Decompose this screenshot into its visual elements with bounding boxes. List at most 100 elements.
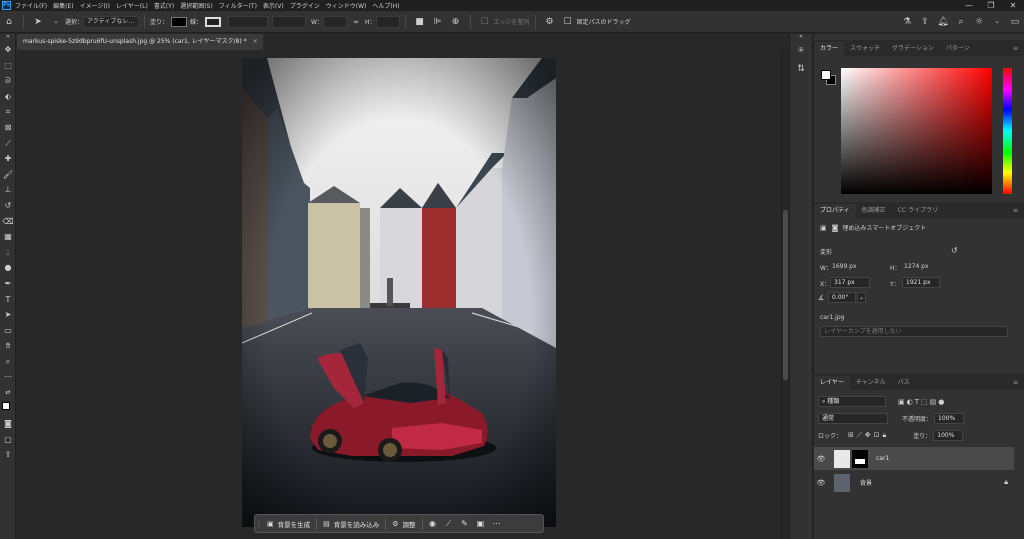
menu-edit[interactable]: 編集(E) <box>53 1 73 10</box>
canvas-area[interactable]: ⋮ ▣ 背景を生成 ▤ 背景を読み込み ⚙ 調整 ◉ ⟋ ✎ ▣ ⋯ <box>17 50 781 539</box>
tab-properties[interactable]: プロパティ <box>814 204 856 218</box>
fill-swatch[interactable] <box>171 16 188 27</box>
menu-help[interactable]: ヘルプ(H) <box>372 1 399 10</box>
bell-icon[interactable]: 🔔︎ <box>937 16 949 28</box>
path-alignment-icon[interactable]: ⊫ <box>432 16 444 28</box>
lock-icons[interactable]: ⊞⟋✥⊡🔒︎ <box>848 431 889 440</box>
lasso-tool-icon[interactable]: ᘐ <box>0 73 16 89</box>
height-value[interactable]: 1274 px <box>904 263 929 270</box>
type-tool-icon[interactable]: T <box>0 292 16 308</box>
menu-select[interactable]: 選択範囲(S) <box>180 1 213 10</box>
fill-icon[interactable]: ◉ <box>425 516 441 531</box>
layer-comp-dropdown[interactable]: レイヤーカンプを適用しない <box>820 326 1008 337</box>
close-icon[interactable]: ✕ <box>1002 1 1024 10</box>
more-tools-icon[interactable]: ⋯ <box>0 369 16 385</box>
vertical-scrollbar[interactable] <box>781 50 788 539</box>
foreground-color[interactable] <box>2 401 10 410</box>
brush-tool-icon[interactable]: 🖌︎ <box>0 167 16 183</box>
path-select-tool-icon[interactable]: ➤ <box>32 16 44 28</box>
width-value[interactable]: 1699 px <box>832 263 857 270</box>
layer-name[interactable]: car1 <box>876 455 889 462</box>
document-tab[interactable]: markus-spiske-5z9dbpru6fU-unsplash.jpg @… <box>17 34 263 50</box>
swap-colors-icon[interactable]: ⇄ <box>0 385 16 401</box>
color-field[interactable] <box>841 68 992 194</box>
marquee-tool-icon[interactable]: ⬚ <box>0 58 16 74</box>
angle-field[interactable]: 0.00° <box>828 292 856 303</box>
chevron-down-icon[interactable]: ⌄ <box>50 16 62 28</box>
width-field[interactable] <box>322 15 347 28</box>
layer-row-background[interactable]: 👁︎ 背景 🔒︎ <box>814 471 1014 494</box>
menu-plugins[interactable]: プラグイン <box>290 1 320 10</box>
eyedropper-tool-icon[interactable]: ⟋ <box>0 136 16 152</box>
path-operations-icon[interactable]: ■ <box>414 16 426 28</box>
panel-menu-icon[interactable]: ≡ <box>1007 42 1024 56</box>
zoom-tool-icon[interactable]: ⌕ <box>0 354 16 370</box>
stroke-type-dropdown[interactable] <box>272 15 307 28</box>
tab-swatches[interactable]: スウォッチ <box>844 42 886 56</box>
layer-filter-icons[interactable]: ▣◐T⬚▤● <box>898 398 946 406</box>
toolbar-collapse-icon[interactable]: » <box>0 34 16 42</box>
share-icon[interactable]: ⇪ <box>919 16 931 28</box>
menu-filter[interactable]: フィルター(T) <box>219 1 257 10</box>
import-background-button[interactable]: ▤ 背景を読み込み <box>319 516 383 531</box>
history-brush-tool-icon[interactable]: ↺ <box>0 198 16 214</box>
move-tool-icon[interactable]: ✥ <box>0 42 16 58</box>
tab-paths[interactable]: パス <box>892 376 916 390</box>
foreground-swatch[interactable] <box>821 70 831 80</box>
shape-tool-icon[interactable]: ▭ <box>0 323 16 339</box>
menu-type[interactable]: 書式(Y) <box>154 1 174 10</box>
path-selection-tool-icon[interactable]: ➤ <box>0 307 16 323</box>
pen-tool-icon[interactable]: ✒ <box>0 276 16 292</box>
constrain-path-checkbox[interactable]: ☐ <box>562 16 574 28</box>
x-field[interactable]: 317 px <box>830 277 870 288</box>
restore-icon[interactable]: ❐ <box>980 1 1002 10</box>
opacity-field[interactable]: 100% <box>934 413 965 424</box>
layer-row-car1[interactable]: 👁︎ car1 <box>814 447 1014 470</box>
blend-mode-dropdown[interactable]: 通常 <box>818 413 888 424</box>
tab-gradients[interactable]: グラデーション <box>886 42 940 56</box>
frame-tool-icon[interactable]: ⊠ <box>0 120 16 136</box>
reset-icon[interactable]: ↺ <box>951 246 958 255</box>
menu-layer[interactable]: レイヤー(L) <box>116 1 148 10</box>
healing-brush-tool-icon[interactable]: ✚ <box>0 151 16 167</box>
panel-menu-icon[interactable]: ≡ <box>1007 376 1024 390</box>
layer-mask-thumbnail[interactable] <box>852 449 868 468</box>
gear-icon[interactable]: ⚙ <box>544 16 556 28</box>
angle-dropdown[interactable]: ⌄ <box>857 292 866 303</box>
select-dropdown[interactable]: アクティブなレ… <box>83 15 140 28</box>
menu-image[interactable]: イメージ(I) <box>80 1 110 10</box>
stamp-tool-icon[interactable]: ⊥ <box>0 182 16 198</box>
paint-icon[interactable]: ✎ <box>457 516 473 531</box>
tab-layers[interactable]: レイヤー <box>814 376 850 390</box>
share-tool-icon[interactable]: ⇪ <box>0 447 16 463</box>
tab-color[interactable]: カラー <box>814 42 845 56</box>
gradient-tool-icon[interactable]: ▦ <box>0 229 16 245</box>
tab-patterns[interactable]: パターン <box>940 42 976 56</box>
object-select-tool-icon[interactable]: ⬖ <box>0 89 16 105</box>
y-field[interactable]: 1921 px <box>902 277 940 288</box>
workspace-icon[interactable]: ▭ <box>1009 16 1021 28</box>
dodge-tool-icon[interactable]: ● <box>0 260 16 276</box>
fill-field[interactable]: 100% <box>933 430 964 441</box>
scrollbar-thumb[interactable] <box>783 210 788 380</box>
color-swatches[interactable] <box>0 401 16 417</box>
panel-expand-icon[interactable]: « <box>790 34 812 42</box>
crop-tool-icon[interactable]: ⌗ <box>0 104 16 120</box>
menu-file[interactable]: ファイル(F) <box>15 1 47 10</box>
eraser-tool-icon[interactable]: ⌫ <box>0 214 16 230</box>
more-options-icon[interactable]: ⋯ <box>489 516 505 531</box>
flask-icon[interactable]: ⚗ <box>901 16 913 28</box>
stroke-swatch[interactable] <box>205 16 222 27</box>
minimize-icon[interactable]: — <box>958 1 980 10</box>
paths-panel-icon[interactable]: ⇅ <box>790 60 812 78</box>
home-icon[interactable]: ⌂ <box>3 16 15 28</box>
drag-handle-icon[interactable]: ⋮ <box>255 519 263 528</box>
tab-channels[interactable]: チャンネル <box>850 376 892 390</box>
menu-view[interactable]: 表示(V) <box>263 1 284 10</box>
path-arrangement-icon[interactable]: ⊕ <box>450 16 462 28</box>
panel-menu-icon[interactable]: ≡ <box>1007 204 1024 218</box>
adjust-button[interactable]: ⚙ 調整 <box>388 516 419 531</box>
hue-slider[interactable] <box>1003 68 1012 194</box>
close-tab-icon[interactable]: × <box>253 34 258 50</box>
adjustments-panel-icon[interactable]: ⍟ <box>790 42 812 60</box>
